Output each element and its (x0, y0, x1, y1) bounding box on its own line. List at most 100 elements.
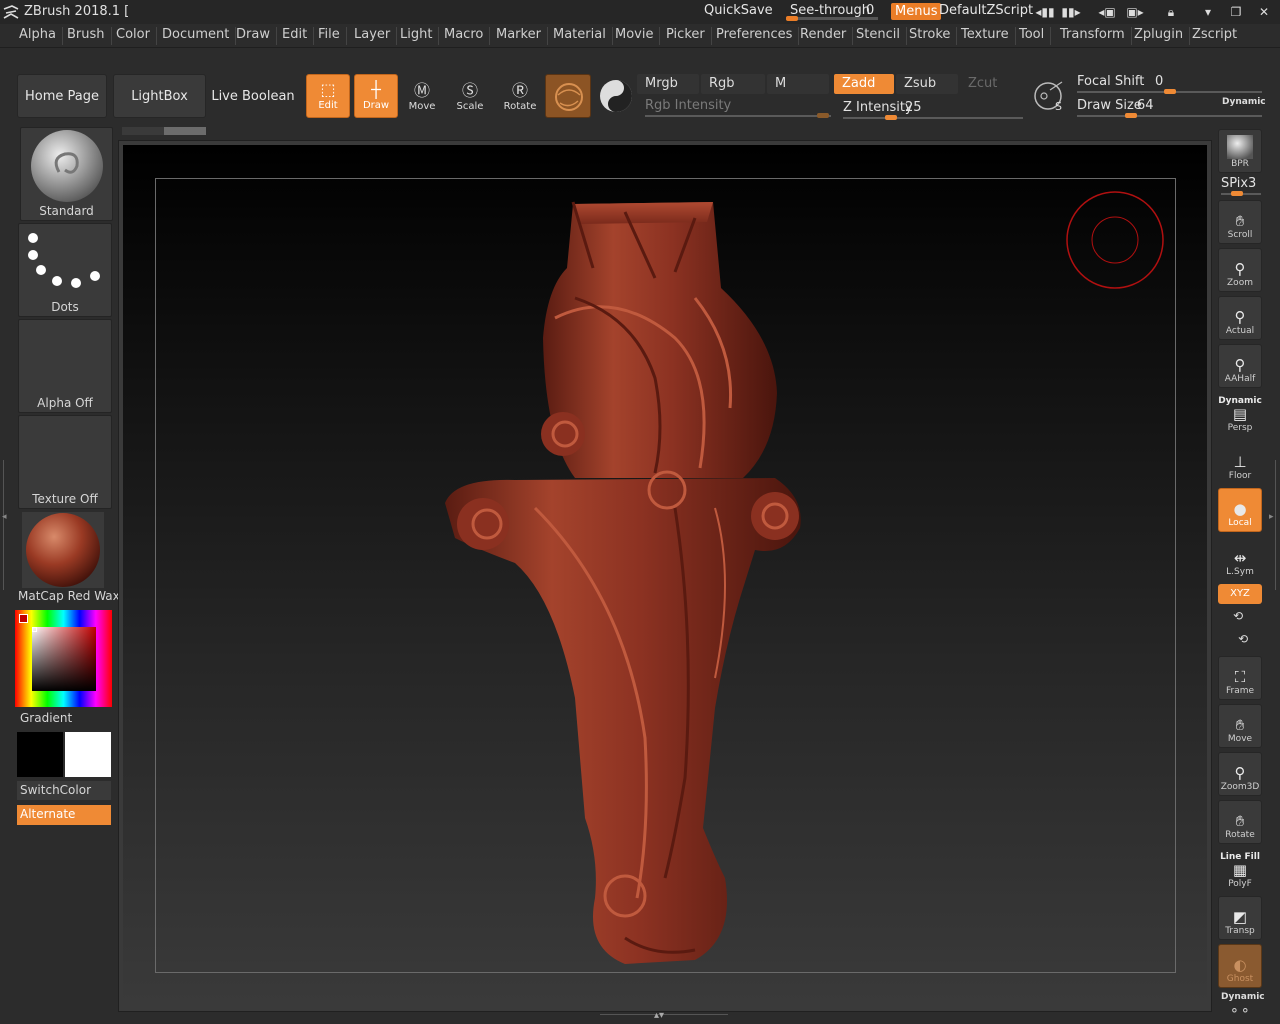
ui-shrink-icon[interactable]: ◂▮▮ (1034, 4, 1056, 20)
sculpt-model-leg[interactable] (445, 201, 801, 964)
restore-icon[interactable]: ❐ (1228, 4, 1244, 20)
aahalf-button[interactable]: ⚲ AAHalf (1218, 344, 1262, 388)
menu-alpha[interactable]: Alpha (17, 27, 63, 45)
polyf-button[interactable]: Line Fill ▦ PolyF (1218, 848, 1262, 892)
menu-material[interactable]: Material (551, 27, 613, 45)
right-tray-arrow-icon[interactable]: ▸ (1269, 512, 1274, 522)
edit-button[interactable]: ⬚ Edit (306, 74, 350, 118)
menu-file[interactable]: File (316, 27, 347, 45)
canvas-viewport[interactable] (155, 178, 1176, 973)
menu-transform[interactable]: Transform (1058, 27, 1132, 45)
brush-thumbnail[interactable]: Standard (20, 127, 113, 221)
rgb-intensity-slider[interactable] (645, 113, 831, 118)
rgb-toggle[interactable]: Rgb (701, 74, 765, 94)
focal-shift-slider[interactable] (1077, 89, 1262, 94)
menu-texture[interactable]: Texture (959, 27, 1016, 45)
lazy-mouse-button[interactable]: S (1030, 76, 1070, 116)
switch-color-button[interactable]: SwitchColor (17, 781, 111, 800)
document-scroll-thumb[interactable] (164, 127, 206, 135)
zcut-toggle[interactable]: Zcut (960, 74, 1020, 94)
zadd-toggle[interactable]: Zadd (834, 74, 894, 94)
move-button[interactable]: Ⓜ Move (400, 74, 444, 118)
default-zscript-button[interactable]: DefaultZScript (939, 3, 1033, 18)
color-picker[interactable] (15, 610, 112, 707)
rgb-intensity-knob[interactable] (817, 113, 829, 118)
persp-button[interactable]: Dynamic ▤ Persp (1218, 392, 1262, 436)
menu-preferences[interactable]: Preferences (714, 27, 800, 45)
gradient-light-swatch[interactable] (65, 732, 111, 777)
m-toggle[interactable]: M (767, 74, 829, 94)
draw-size-knob[interactable] (1125, 113, 1137, 118)
draw-size-slider[interactable] (1077, 113, 1262, 118)
menus-button[interactable]: Menus (891, 3, 942, 20)
texture-thumbnail[interactable]: Texture Off (18, 415, 112, 509)
zoom3d-button[interactable]: ⚲ Zoom3D (1218, 752, 1262, 796)
menu-stencil[interactable]: Stencil (854, 27, 907, 45)
color-picker-square[interactable] (32, 627, 96, 691)
document-scrollbar[interactable] (122, 127, 206, 135)
menu-color[interactable]: Color (114, 27, 157, 45)
live-boolean-button[interactable]: Live Boolean (208, 74, 298, 118)
menu-render[interactable]: Render (798, 27, 854, 45)
menu-document[interactable]: Document (160, 27, 237, 45)
move-view-button[interactable]: ✋︎ Move (1218, 704, 1262, 748)
menu-picker[interactable]: Picker (664, 27, 712, 45)
alpha-thumbnail[interactable]: Alpha Off (18, 319, 112, 413)
draw-button[interactable]: ┼ Draw (354, 74, 398, 118)
bottom-tray-arrow-icon[interactable]: ▴▾ (654, 1010, 664, 1021)
scroll-button[interactable]: ✋︎ Scroll (1218, 200, 1262, 244)
right-tray-handle[interactable] (1270, 460, 1276, 590)
menu-draw[interactable]: Draw (234, 27, 277, 45)
mrgb-toggle[interactable]: Mrgb (637, 74, 699, 94)
color-picker-cursor[interactable] (32, 627, 37, 632)
transp-button[interactable]: ◩ Transp (1218, 896, 1262, 940)
focal-shift-knob[interactable] (1164, 89, 1176, 94)
menu-layer[interactable]: Layer (352, 27, 398, 45)
menu-edit[interactable]: Edit (280, 27, 315, 45)
lock-icon[interactable]: 🔒︎ (1163, 4, 1179, 20)
ghost-button[interactable]: ◐ Ghost (1218, 944, 1262, 988)
home-page-button[interactable]: Home Page (17, 74, 107, 118)
solo-icon[interactable]: ⚬⚬ (1229, 1004, 1251, 1019)
frame-button[interactable]: ⛶ Frame (1218, 656, 1262, 700)
zsub-toggle[interactable]: Zsub (896, 74, 958, 94)
menu-light[interactable]: Light (398, 27, 440, 45)
z-rotate-icon[interactable]: ⟲ (1238, 632, 1248, 646)
floor-button[interactable]: ⊥ Floor (1218, 440, 1262, 484)
see-through-slider[interactable] (786, 16, 878, 21)
layout-next-icon[interactable]: ▣▸ (1124, 4, 1146, 20)
material-thumbnail[interactable] (22, 512, 104, 588)
lightbox-button[interactable]: LightBox (113, 74, 206, 118)
alternate-button[interactable]: Alternate (17, 805, 111, 825)
left-tray-handle[interactable] (3, 460, 9, 590)
actual-button[interactable]: ⚲ Actual (1218, 296, 1262, 340)
scale-button[interactable]: Ⓢ Scale (448, 74, 492, 118)
menu-tool[interactable]: Tool (1017, 27, 1052, 45)
see-through-knob[interactable] (786, 16, 798, 21)
menu-movie[interactable]: Movie (613, 27, 661, 45)
menu-zplugin[interactable]: Zplugin (1132, 27, 1191, 45)
quicksave-button[interactable]: QuickSave (704, 3, 773, 18)
left-tray-arrow-icon[interactable]: ◂ (2, 512, 7, 522)
minimize-icon[interactable]: ▾ (1200, 4, 1216, 20)
bpr-button[interactable]: BPR (1218, 129, 1262, 173)
main-color-swatch[interactable] (19, 614, 28, 623)
y-rotate-icon[interactable]: ⟲ (1233, 609, 1243, 623)
color-swatch-button[interactable] (596, 74, 636, 118)
rotate-button[interactable]: Ⓡ Rotate (498, 74, 542, 118)
xyz-rotate-button[interactable]: XYZ (1218, 584, 1262, 604)
spix-slider[interactable] (1221, 191, 1261, 196)
spix-knob[interactable] (1231, 191, 1243, 196)
material-preview-button[interactable] (545, 74, 591, 118)
gradient-dark-swatch[interactable] (17, 732, 63, 777)
rotate-view-button[interactable]: ✋︎ Rotate (1218, 800, 1262, 844)
menu-marker[interactable]: Marker (494, 27, 548, 45)
local-button[interactable]: ● Local (1218, 488, 1262, 532)
menu-macro[interactable]: Macro (442, 27, 491, 45)
menu-stroke[interactable]: Stroke (907, 27, 958, 45)
ui-expand-icon[interactable]: ▮▮▸ (1060, 4, 1082, 20)
stroke-thumbnail[interactable]: Dots (18, 223, 112, 317)
close-icon[interactable]: ✕ (1256, 4, 1272, 20)
layout-prev-icon[interactable]: ◂▣ (1096, 4, 1118, 20)
menu-brush[interactable]: Brush (65, 27, 112, 45)
